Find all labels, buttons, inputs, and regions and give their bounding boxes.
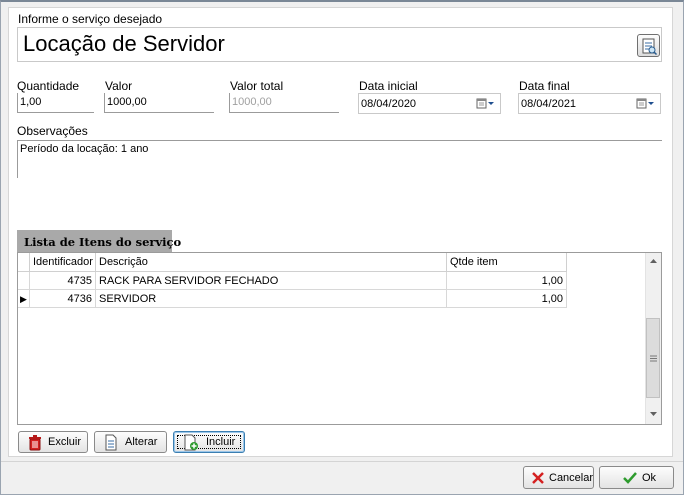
excluir-label: Excluir <box>48 436 82 448</box>
valor-total-label: Valor total <box>230 79 284 93</box>
calendar-dropdown-icon <box>636 98 654 109</box>
cell-descricao: RACK PARA SERVIDOR FECHADO <box>96 272 447 290</box>
column-header-descricao[interactable]: Descrição <box>96 253 447 272</box>
ok-button[interactable]: Ok <box>599 466 674 489</box>
row-indicator <box>18 272 30 290</box>
data-inicial-calendar-button[interactable] <box>475 96 497 111</box>
cell-qtde-item: 1,00 <box>447 290 567 308</box>
edit-document-icon <box>105 434 117 451</box>
service-label: Informe o serviço desejado <box>18 12 163 26</box>
quantidade-field[interactable]: 1,00 <box>17 93 94 113</box>
document-search-icon <box>642 38 658 56</box>
data-inicial-label: Data inicial <box>359 79 418 93</box>
service-lookup-button[interactable] <box>637 34 660 57</box>
data-final-field[interactable]: 08/04/2021 <box>518 93 661 114</box>
data-final-label: Data final <box>519 79 570 93</box>
observacoes-value: Período da locação: 1 ano <box>20 143 149 155</box>
ok-label: Ok <box>642 472 657 484</box>
cell-identificador: 4736 <box>30 290 96 308</box>
valor-field[interactable]: 1000,00 <box>104 93 214 113</box>
close-icon <box>532 472 544 484</box>
data-inicial-value: 08/04/2020 <box>361 98 417 110</box>
dialog-separator <box>0 461 684 462</box>
excluir-button[interactable]: Excluir <box>18 431 88 453</box>
alterar-label: Alterar <box>125 436 158 448</box>
cancel-label: Cancelar <box>549 472 594 484</box>
current-row-indicator-icon: ▶ <box>18 290 30 308</box>
calendar-dropdown-icon <box>476 98 494 109</box>
column-header-identificador[interactable]: Identificador <box>30 253 96 272</box>
incluir-button[interactable]: Incluir <box>173 431 245 453</box>
data-final-value: 08/04/2021 <box>521 98 577 110</box>
quantidade-label: Quantidade <box>17 79 80 93</box>
items-grid: Identificador Descrição Qtde item 4735 R… <box>17 252 662 425</box>
cell-descricao: SERVIDOR <box>96 290 447 308</box>
observacoes-label: Observações <box>17 124 88 138</box>
column-header-qtde-item[interactable]: Qtde item <box>447 253 567 272</box>
service-value: Locação de Servidor <box>23 31 225 56</box>
cell-qtde-item: 1,00 <box>447 272 567 290</box>
scrollbar-thumb[interactable] <box>646 318 660 398</box>
table-row[interactable]: ▶ 4736 SERVIDOR 1,00 <box>18 290 567 308</box>
cancel-button[interactable]: Cancelar <box>523 466 594 489</box>
grip-icon <box>650 355 657 362</box>
table-row[interactable]: 4735 RACK PARA SERVIDOR FECHADO 1,00 <box>18 272 567 290</box>
scroll-up-arrow-icon[interactable] <box>649 258 658 264</box>
alterar-button[interactable]: Alterar <box>94 431 167 453</box>
data-final-calendar-button[interactable] <box>635 96 657 111</box>
valor-total-field: 1000,00 <box>229 93 339 113</box>
grid-indicator-header <box>18 253 30 272</box>
grid-header: Identificador Descrição Qtde item <box>18 253 661 272</box>
tab-lista-itens[interactable]: Lista de Itens do serviço <box>17 230 181 252</box>
checkmark-icon <box>623 472 637 484</box>
trash-icon <box>29 435 41 451</box>
scroll-down-arrow-icon[interactable] <box>649 411 658 417</box>
add-document-icon <box>184 434 198 451</box>
valor-label: Valor <box>105 79 133 93</box>
data-inicial-field[interactable]: 08/04/2020 <box>358 93 501 114</box>
incluir-label: Incluir <box>206 436 236 448</box>
cell-identificador: 4735 <box>30 272 96 290</box>
